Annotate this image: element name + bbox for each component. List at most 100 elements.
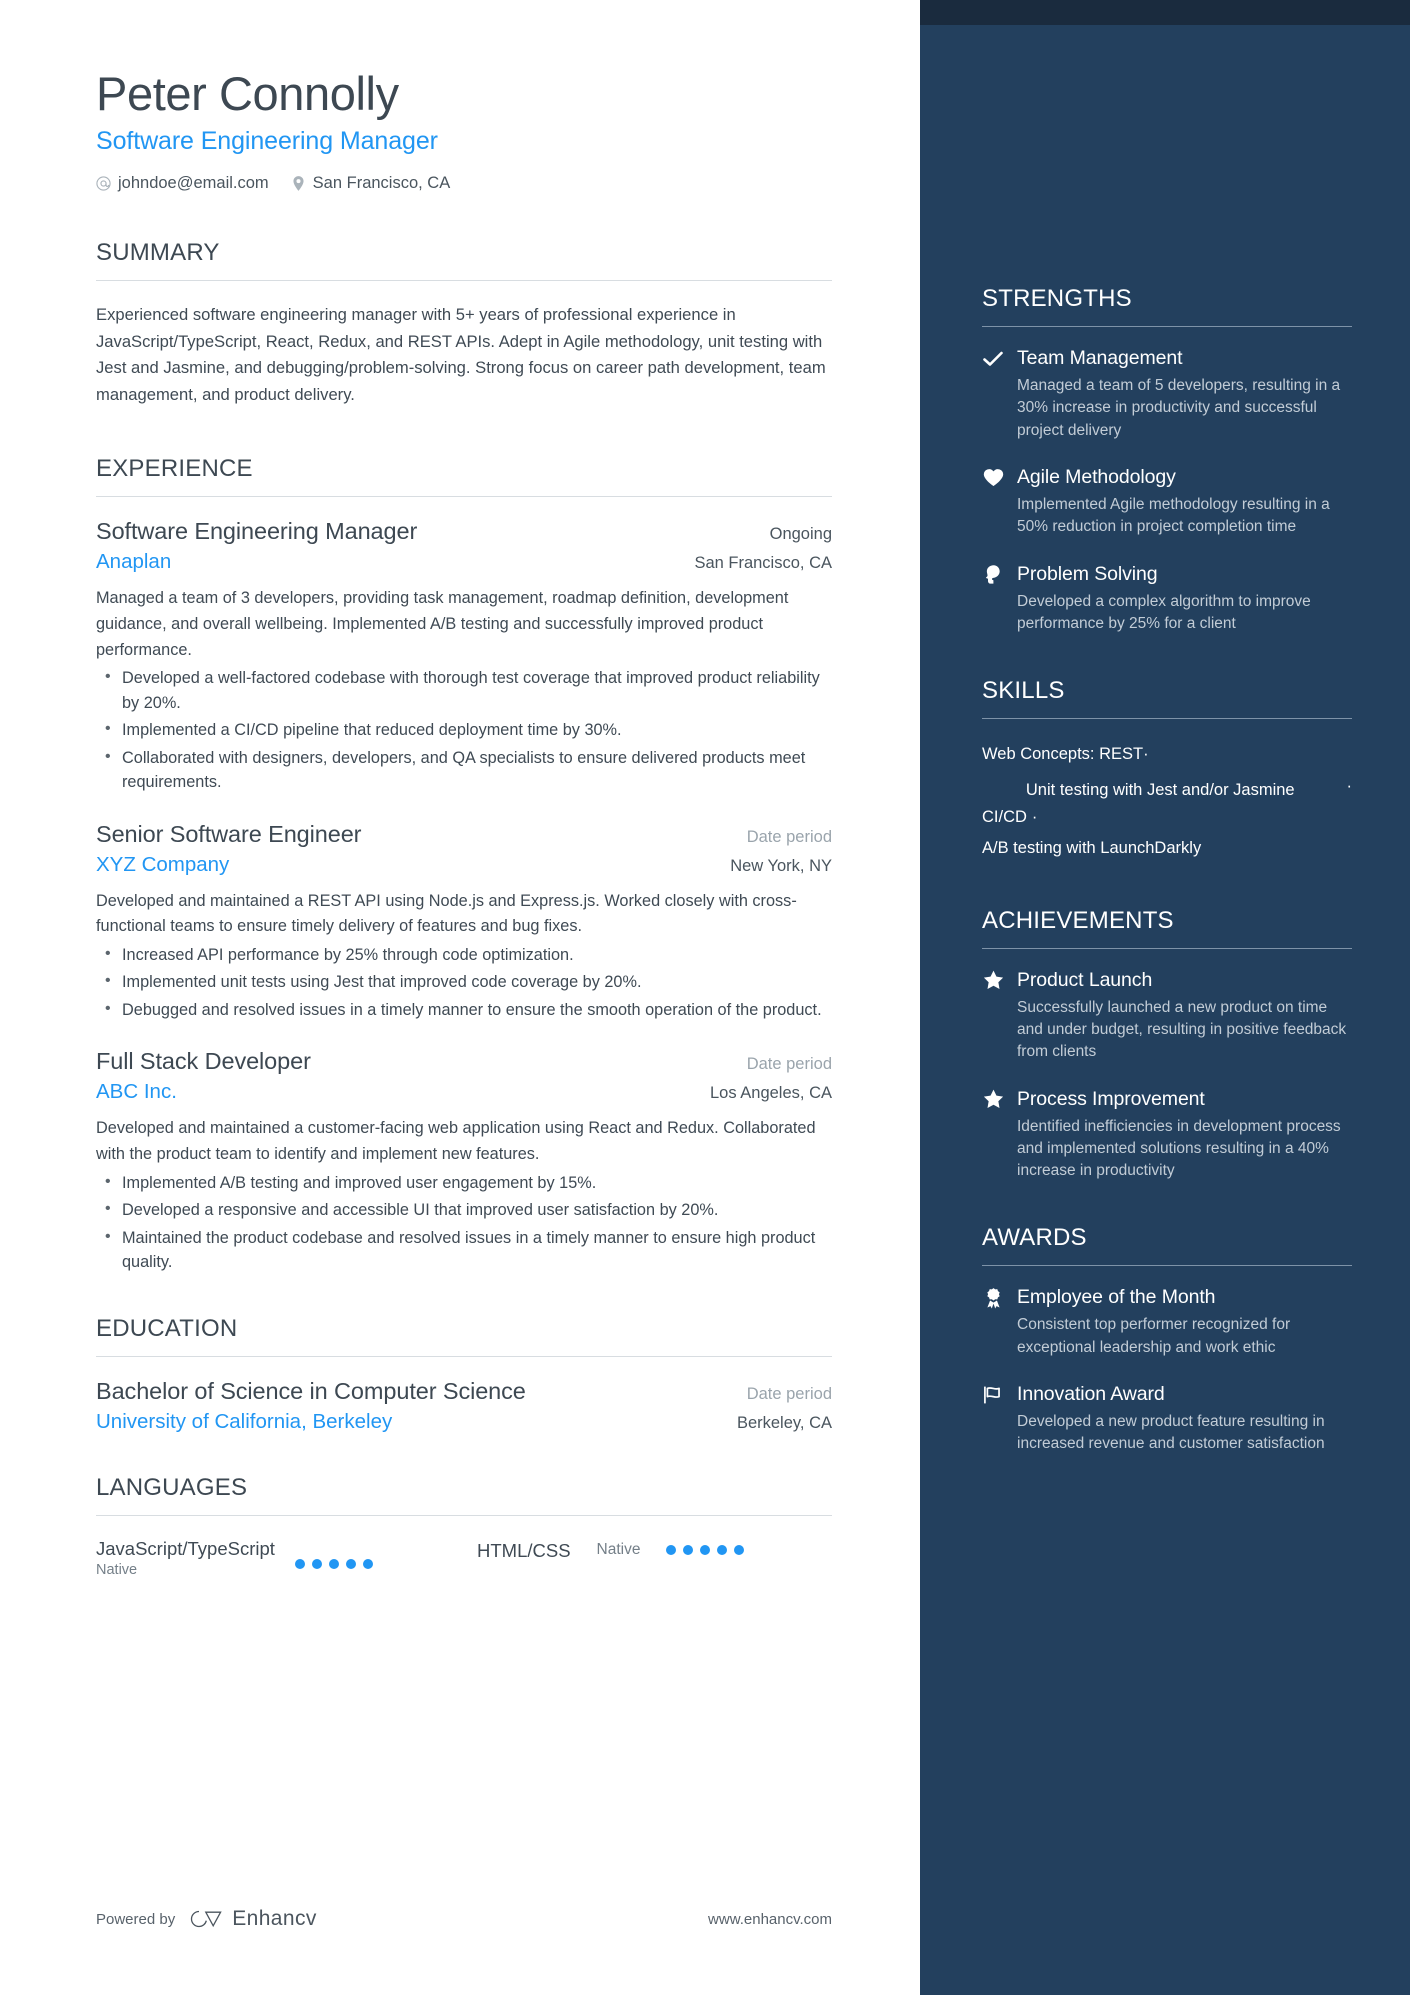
award-item: Innovation Award Developed a new product…	[982, 1383, 1352, 1456]
enhancv-logo: Enhancv	[189, 1907, 317, 1931]
experience-heading: EXPERIENCE	[96, 455, 253, 483]
bullet-item: Maintained the product codebase and reso…	[96, 1225, 832, 1275]
experience-location: San Francisco, CA	[694, 554, 832, 573]
experience-entry: Software Engineering Manager Ongoing Ana…	[96, 518, 832, 794]
experience-bullets: Implemented A/B testing and improved use…	[96, 1170, 832, 1275]
awards-section: AWARDS Employee of the Month Consistent …	[982, 1224, 1352, 1455]
award-ribbon-icon	[982, 1287, 1004, 1309]
languages-divider	[96, 1514, 832, 1516]
summary-divider	[96, 279, 832, 281]
summary-text: Experienced software engineering manager…	[96, 304, 826, 405]
education-heading: EDUCATION	[96, 1314, 238, 1342]
strength-title: Agile Methodology	[1017, 465, 1176, 488]
rating-dot	[700, 1545, 711, 1556]
achievements-section: ACHIEVEMENTS Product Launch Successfully…	[982, 907, 1352, 1183]
education-title: Bachelor of Science in Computer Science	[96, 1377, 526, 1404]
skills-divider	[982, 718, 1352, 720]
skill-item: Unit testing with Jest and/or Jasmine	[1025, 781, 1295, 800]
achievement-title: Process Improvement	[1017, 1087, 1205, 1110]
education-divider	[96, 1355, 832, 1357]
rating-dot	[362, 1558, 373, 1569]
bullet-item: Implemented A/B testing and improved use…	[96, 1170, 832, 1195]
experience-organization[interactable]: XYZ Company	[96, 853, 229, 877]
bullet-item: Developed a well-factored codebase with …	[96, 665, 832, 715]
flag-icon	[982, 1384, 1004, 1406]
languages-section: LANGUAGES JavaScript/TypeScript Native H…	[96, 1474, 832, 1578]
summary-section: SUMMARY Experienced software engineering…	[96, 239, 832, 410]
experience-description: Managed a team of 3 developers, providin…	[96, 589, 789, 659]
strengths-divider	[982, 326, 1352, 327]
education-section: EDUCATION Bachelor of Science in Compute…	[96, 1315, 832, 1434]
skill-row: A/B testing with LaunchDarkly	[982, 833, 1352, 864]
achievement-item: Product Launch Successfully launched a n…	[982, 969, 1352, 1064]
bullet-item: Implemented a CI/CD pipeline that reduce…	[96, 717, 832, 742]
achievement-description: Successfully launched a new product on t…	[1017, 998, 1347, 1061]
education-date: Date period	[746, 1384, 832, 1403]
experience-entry: Full Stack Developer Date period ABC Inc…	[96, 1048, 832, 1274]
heart-icon	[982, 466, 1004, 488]
powered-by-block: Powered by Enhancv	[96, 1907, 317, 1931]
rating-dot	[328, 1558, 339, 1569]
page-header: Peter Connolly Software Engineering Mana…	[96, 67, 832, 193]
sidebar-column: STRENGTHS Team Management Managed a team…	[920, 0, 1410, 1995]
strength-item: Agile Methodology Implemented Agile meth…	[982, 466, 1352, 539]
skill-item: CI/CD	[982, 807, 1027, 826]
skill-separator: ·	[1031, 807, 1038, 826]
candidate-name: Peter Connolly	[96, 67, 399, 120]
strengths-section: STRENGTHS Team Management Managed a team…	[982, 0, 1352, 635]
experience-organization[interactable]: Anaplan	[96, 550, 171, 574]
experience-section: EXPERIENCE Software Engineering Manager …	[96, 455, 832, 1274]
rating-dot	[683, 1545, 694, 1556]
sidebar-top-band	[920, 0, 1410, 25]
experience-entry: Senior Software Engineer Date period XYZ…	[96, 821, 832, 1023]
experience-bullets: Increased API performance by 25% through…	[96, 942, 832, 1022]
language-rating-dots	[666, 1545, 745, 1556]
education-organization[interactable]: University of California, Berkeley	[96, 1410, 392, 1434]
language-name: JavaScript/TypeScript	[96, 1537, 275, 1559]
at-email-icon	[96, 175, 111, 192]
head-idea-icon	[982, 563, 1004, 585]
powered-by-label: Powered by	[96, 1910, 176, 1928]
candidate-headline: Software Engineering Manager	[96, 126, 438, 155]
contact-email[interactable]: johndoe@email.com	[96, 174, 269, 193]
award-title: Innovation Award	[1017, 1383, 1165, 1406]
location-pin-icon	[291, 175, 306, 192]
skill-separator: ·	[1346, 776, 1353, 795]
rating-dot	[294, 1558, 305, 1569]
strength-title: Team Management	[1017, 347, 1183, 369]
education-entry: Bachelor of Science in Computer Science …	[96, 1378, 832, 1434]
bullet-item: Collaborated with designers, developers,…	[96, 745, 832, 795]
footer-website[interactable]: www.enhancv.com	[708, 1911, 832, 1928]
strength-title: Problem Solving	[1017, 562, 1158, 585]
skill-item: A/B testing with LaunchDarkly	[982, 839, 1202, 858]
skill-row: Unit testing with Jest and/or Jasmine ·	[982, 771, 1352, 802]
language-name: HTML/CSS	[477, 1539, 571, 1561]
check-icon	[982, 348, 1004, 370]
education-location: Berkeley, CA	[736, 1413, 832, 1432]
experience-organization[interactable]: ABC Inc.	[96, 1080, 177, 1104]
contact-location-text: San Francisco, CA	[312, 173, 451, 192]
language-level: Native	[96, 1561, 138, 1578]
rating-dot	[666, 1545, 677, 1556]
rating-dot	[345, 1558, 356, 1569]
rating-dot	[717, 1545, 728, 1556]
awards-divider	[982, 1265, 1352, 1267]
bullet-item: Debugged and resolved issues in a timely…	[96, 997, 832, 1022]
strength-description: Developed a complex algorithm to improve…	[1017, 592, 1311, 632]
strength-item: Problem Solving Developed a complex algo…	[982, 563, 1352, 636]
contact-row: johndoe@email.com San Francisco, CA	[96, 174, 832, 193]
experience-location: New York, NY	[730, 856, 832, 875]
experience-date: Date period	[746, 827, 832, 846]
skills-section: SKILLS Web Concepts: REST· Unit testing …	[982, 677, 1352, 864]
strength-item: Team Management Managed a team of 5 deve…	[982, 347, 1352, 442]
strength-description: Managed a team of 5 developers, resultin…	[1017, 377, 1341, 439]
star-icon	[982, 1088, 1004, 1110]
skill-row: CI/CD ·	[982, 802, 1352, 833]
award-description: Consistent top performer recognized for …	[1017, 1316, 1291, 1356]
enhancv-brand-name: Enhancv	[232, 1907, 317, 1930]
summary-heading: SUMMARY	[96, 238, 220, 266]
skills-list: Web Concepts: REST· Unit testing with Je…	[982, 739, 1352, 864]
strength-description: Implemented Agile methodology resulting …	[1017, 495, 1330, 536]
achievements-heading: ACHIEVEMENTS	[982, 906, 1174, 934]
award-description: Developed a new product feature resultin…	[1017, 1413, 1325, 1453]
